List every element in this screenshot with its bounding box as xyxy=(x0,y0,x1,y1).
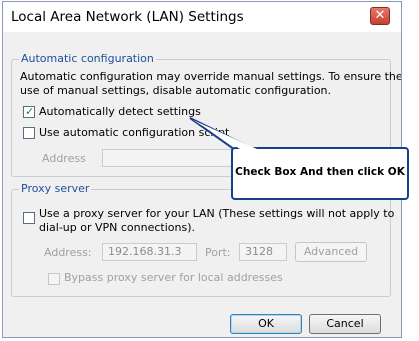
script-address-label: Address xyxy=(42,152,86,165)
proxy-address-label: Address: xyxy=(44,246,92,259)
bypass-local-label[interactable]: Bypass proxy server for local addresses xyxy=(64,271,283,284)
callout-text: Check Box And then click OK xyxy=(235,166,405,178)
close-button[interactable]: ✕ xyxy=(370,7,390,25)
auto-config-script-checkbox[interactable] xyxy=(23,127,35,139)
cancel-button[interactable]: Cancel xyxy=(309,314,381,334)
advanced-button[interactable]: Advanced xyxy=(295,242,367,262)
close-icon: ✕ xyxy=(374,8,386,23)
automatic-configuration-legend: Automatic configuration xyxy=(19,52,156,65)
auto-config-script-label[interactable]: Use automatic configuration script xyxy=(39,126,229,139)
proxy-server-legend: Proxy server xyxy=(19,182,92,195)
use-proxy-label-line1[interactable]: Use a proxy server for your LAN (These s… xyxy=(39,207,394,220)
use-proxy-checkbox[interactable] xyxy=(23,212,35,224)
auto-detect-label[interactable]: Automatically detect settings xyxy=(39,105,201,118)
auto-config-description-line1: Automatic configuration may override man… xyxy=(20,70,402,83)
checkmark-icon: ✓ xyxy=(25,105,35,118)
instruction-callout: Check Box And then click OK xyxy=(231,147,409,200)
title-bar: Local Area Network (LAN) Settings ✕ xyxy=(3,2,401,32)
bypass-local-checkbox[interactable] xyxy=(48,273,60,285)
dialog-title: Local Area Network (LAN) Settings xyxy=(11,9,244,25)
proxy-port-label: Port: xyxy=(205,246,231,259)
auto-config-description-line2: use of manual settings, disable automati… xyxy=(20,84,332,97)
script-address-input[interactable] xyxy=(102,149,232,167)
ok-button[interactable]: OK xyxy=(230,314,302,334)
auto-detect-checkbox[interactable]: ✓ xyxy=(23,105,35,118)
proxy-address-input[interactable]: 192.168.31.3 xyxy=(102,243,197,261)
proxy-port-input[interactable]: 3128 xyxy=(239,243,287,261)
use-proxy-label-line2[interactable]: dial-up or VPN connections). xyxy=(39,221,195,234)
